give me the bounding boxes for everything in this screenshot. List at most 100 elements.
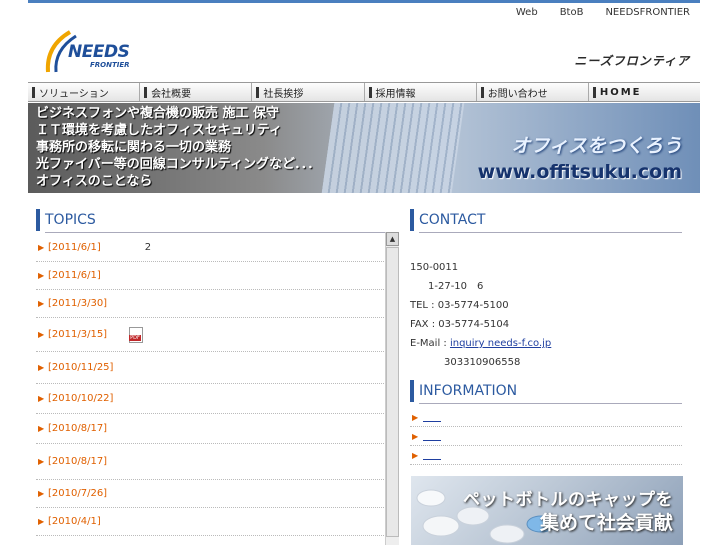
topic-item[interactable]: ▶ [2010/8/17] [36,414,384,444]
scroll-thumb[interactable] [386,247,399,537]
nav-bar-icon [480,86,484,98]
topic-item[interactable]: ▶ [2010/11/25] [36,352,384,384]
banner-line1: ペットボトルのキャップを [463,490,673,510]
topic-item[interactable]: ▶ [2010/4/1] [36,508,384,536]
email-label: E-Mail : [410,338,450,349]
nav-bar-icon [368,86,372,98]
topic-date: [2011/6/1] [48,242,101,253]
heading-underline [419,403,682,404]
top-link-web[interactable]: Web [516,7,538,18]
contact-fax: FAX : 03-5774-5104 [410,319,510,330]
nav-recruit[interactable]: 採用情報 [365,83,477,101]
contact-email-link[interactable]: inquiry needs-f.co.jp [450,338,551,349]
topic-date: [2010/10/22] [48,393,114,404]
pdf-icon[interactable] [129,326,144,343]
contact-license: 303310906558 [444,357,521,368]
topic-date: [2010/7/26] [48,488,108,499]
arrow-icon: ▶ [412,412,419,422]
topic-item[interactable]: ▶ [2011/3/15] [36,318,384,352]
brand-name-kana: ニーズフロンティア [574,54,690,68]
nav-label: 採用情報 [375,88,416,100]
nav-label: お問い合わせ [487,88,548,100]
information-title-text: INFORMATION [419,383,518,399]
nav-contact[interactable]: お問い合わせ [477,83,589,101]
arrow-icon: ▶ [38,271,45,280]
hero-banner[interactable]: ビジネスフォンや複合機の販売 施工 保守 ＩＴ環境を考慮したオフィスセキュリティ… [28,103,700,193]
arrow-icon: ▶ [38,457,45,466]
arrow-icon: ▶ [38,243,45,252]
scroll-up-arrow-icon[interactable]: ▲ [386,232,399,246]
logo-subtext: FRONTIER [90,61,130,69]
info-link[interactable] [423,432,442,441]
topic-date: [2011/3/15] [48,329,108,340]
topics-scrollbar[interactable]: ▲ [385,232,399,545]
top-link-needsfrontier[interactable]: NEEDSFRONTIER [605,7,690,18]
topic-link[interactable] [133,489,145,499]
topic-item[interactable]: ▶ [2011/3/30] [36,290,384,318]
hero-catchphrase: オフィスをつくろう [511,135,682,157]
info-link[interactable] [423,413,442,422]
hero-url: www.offitsuku.com [477,161,682,183]
topic-item[interactable]: ▶ [2011/6/1] 2 [36,234,384,262]
nav-label: HOME [599,86,642,98]
nav-label: 会社概要 [151,88,192,100]
topic-text: 2 [144,242,152,253]
topic-item[interactable]: ▶ [2010/7/26] [36,480,384,508]
contact-email-row: E-Mail : inquiry needs-f.co.jp [410,334,682,353]
nav-greeting[interactable]: 社長挨拶 [252,83,365,101]
heading-underline [419,232,682,233]
topic-date: [2010/4/1] [48,516,101,527]
arrow-icon: ▶ [38,489,45,498]
arrow-icon: ▶ [412,450,419,460]
info-item[interactable]: ▶ [410,408,682,427]
topics-title-text: TOPICS [45,212,96,228]
topic-item[interactable]: ▶ [2011/6/1] [36,262,384,290]
heading-underline [45,232,392,233]
topic-date: [2010/8/17] [48,456,108,467]
topic-item[interactable]: ▶ [2010/10/22] [36,384,384,414]
contact-title-text: CONTACT [419,212,486,228]
arrow-icon: ▶ [38,330,45,339]
info-link[interactable] [423,451,442,460]
nav-company[interactable]: 会社概要 [140,83,253,101]
company-logo[interactable]: NEEDS FRONTIER [40,28,136,76]
cap-recycling-banner[interactable]: ペットボトルのキャップを 集めて社会貢献 [411,476,683,545]
info-item[interactable]: ▶ [410,446,682,465]
banner-line2: 集めて社会貢献 [539,512,673,534]
top-link-btob[interactable]: BtoB [560,7,584,18]
building-image [321,103,465,193]
heading-mark [36,209,40,231]
information-list: ▶ ▶ ▶ [410,408,682,465]
contact-tel: TEL : 03-5774-5100 [410,300,509,311]
nav-bar-icon [256,86,260,98]
page: Web BtoB NEEDSFRONTIER NEEDS FRONTIER ニー… [28,0,700,545]
arrow-icon: ▶ [38,363,45,372]
arrow-icon: ▶ [38,394,45,403]
contact-postal: 150-0011 [410,262,459,273]
hero-line: 光ファイバー等の回線コンサルティングなど．．． [36,157,321,172]
hero-line: 事務所の移転に関わる一切の業務 [36,140,232,155]
nav-home[interactable]: HOME [589,83,700,101]
hero-line: ビジネスフォンや複合機の販売 施工 保守 [36,106,280,121]
info-item[interactable]: ▶ [410,427,682,446]
topics-list: ▶ [2011/6/1] 2 ▶ [2011/6/1] ▶ [2011/3/30] ▶[… [36,234,384,545]
nav-label: ソリューション [39,88,109,100]
nav-label: 社長挨拶 [263,88,304,100]
topic-item[interactable]: ▶ [2010/8/17] [36,444,384,480]
topic-date: [2011/6/1] [48,270,101,281]
heading-mark [410,209,414,231]
nav-bar-icon [592,86,596,98]
nav-solution[interactable]: ソリューション [28,83,141,101]
topic-link[interactable] [147,330,207,340]
topic-date: [2010/8/17] [48,423,108,434]
topic-link[interactable] [129,464,149,474]
arrow-icon: ▶ [38,517,45,526]
arrow-icon: ▶ [38,424,45,433]
nav-bar-icon [32,86,35,98]
topic-link[interactable] [129,299,153,309]
hero-line: ＩＴ環境を考慮したオフィスセキュリティ [36,123,282,138]
hero-line: オフィスのことなら [36,174,153,189]
contact-details: 150-0011 1-27-10 6 TEL : 03-5774-5100 FA… [410,258,682,372]
arrow-icon: ▶ [38,299,45,308]
contact-address: 1-27-10 6 [428,281,484,292]
